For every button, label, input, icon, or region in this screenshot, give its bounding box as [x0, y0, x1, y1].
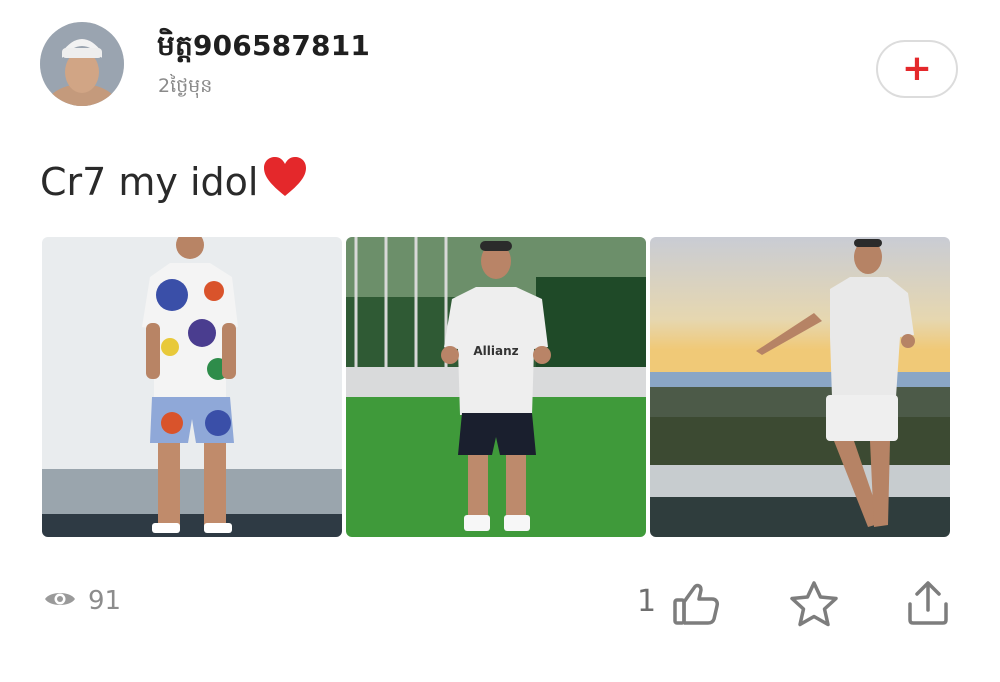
post-caption: Cr7 my idol — [40, 156, 308, 207]
post-card: មិត្ត906587811 2ថ្ងៃមុន + Cr7 my idol Al… — [0, 0, 1000, 682]
post-time: 2ថ្ងៃមុន — [158, 75, 213, 97]
username[interactable]: មិត្ត906587811 — [157, 28, 370, 69]
plus-icon: + — [901, 48, 933, 89]
view-count-value: 91 — [88, 586, 122, 616]
caption-text: Cr7 my idol — [40, 159, 259, 204]
heart-icon — [262, 156, 308, 207]
photo-white-outfit-sunset[interactable] — [650, 237, 950, 537]
share-icon[interactable] — [906, 580, 950, 630]
svg-text:Allianz: Allianz — [473, 344, 518, 358]
eye-icon — [44, 586, 76, 616]
photo-juventus-training-kit[interactable]: Allianz — [346, 237, 646, 537]
avatar[interactable] — [40, 22, 124, 106]
star-icon[interactable] — [788, 580, 840, 632]
thumbs-up-icon[interactable] — [672, 582, 720, 630]
like-count: 1 — [637, 584, 657, 619]
photo-floral-outfit[interactable] — [42, 237, 342, 537]
photo-grid: Allianz — [42, 237, 950, 537]
view-count: 91 — [44, 586, 121, 616]
follow-button[interactable]: + — [876, 40, 958, 98]
